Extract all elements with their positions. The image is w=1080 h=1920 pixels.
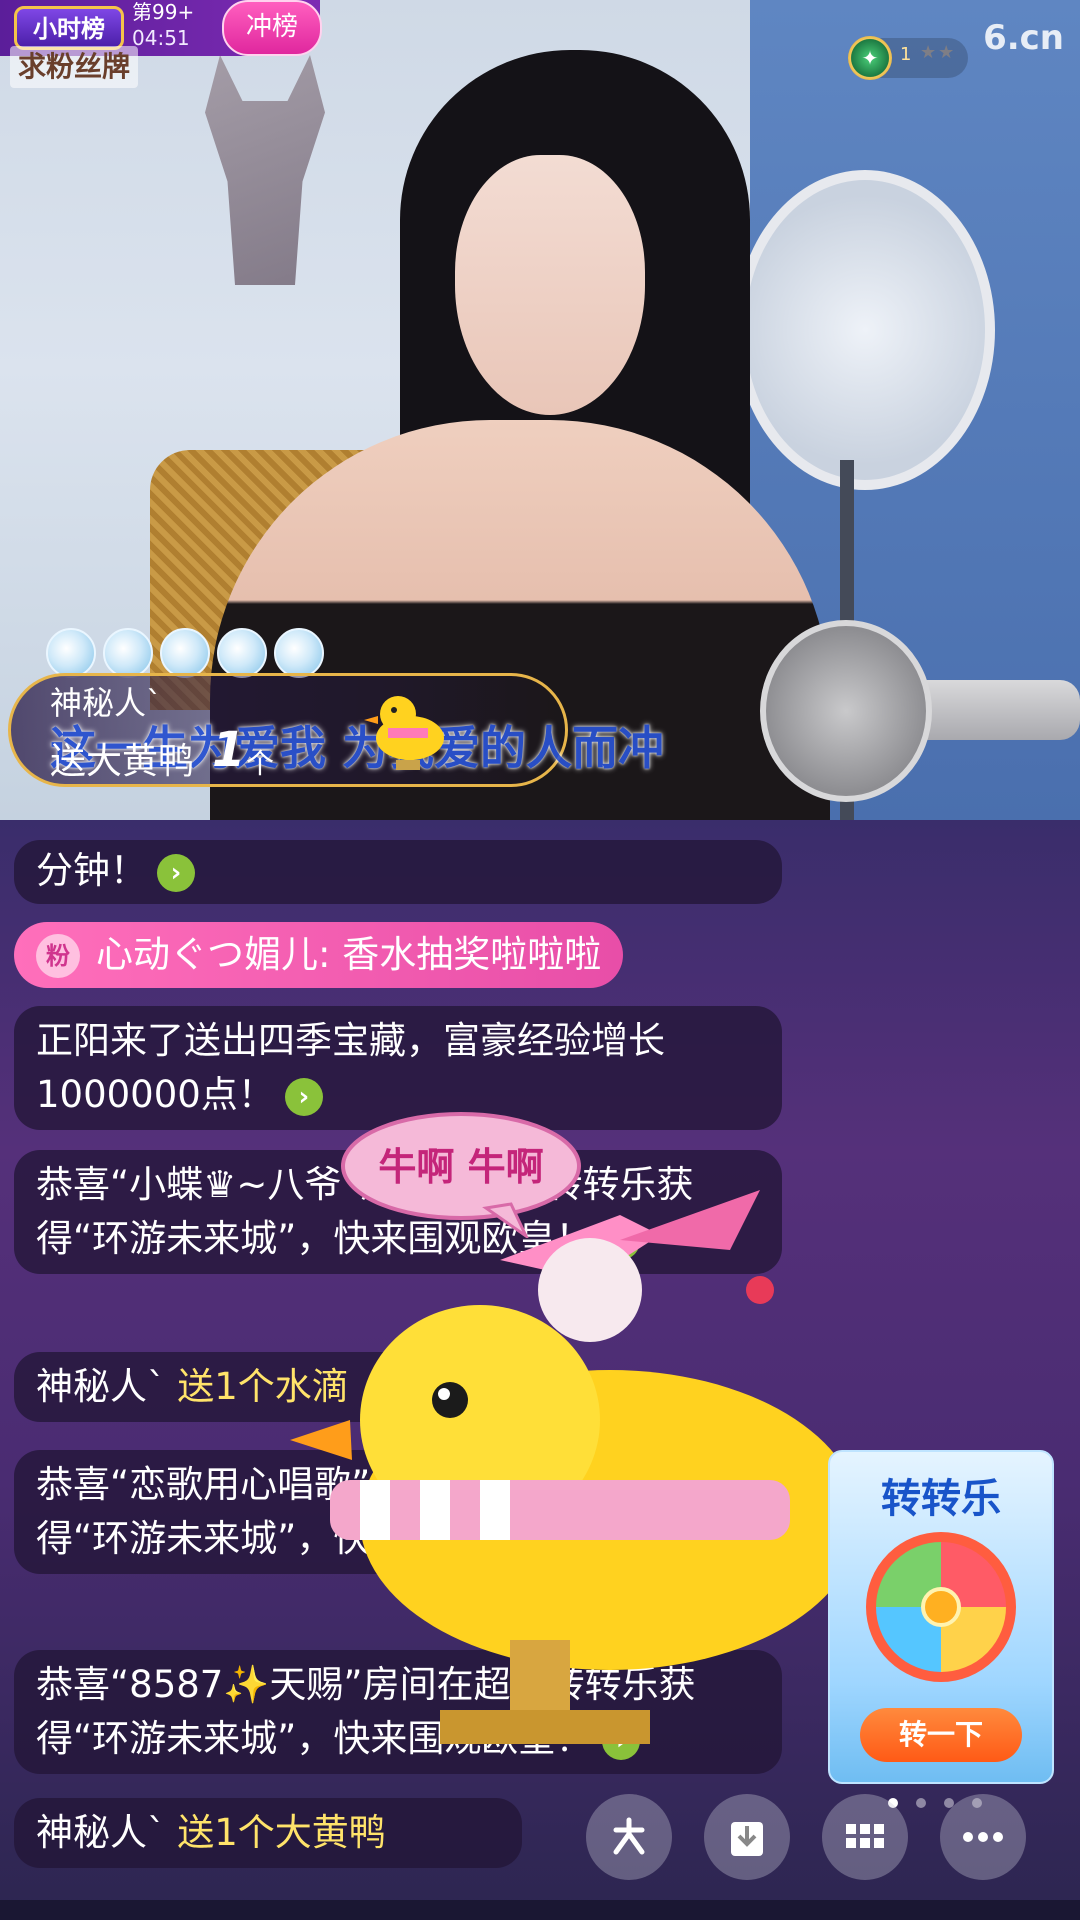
level-number: 1 — [900, 44, 912, 65]
yellow-duck-icon — [364, 696, 444, 770]
go-arrow-icon[interactable]: › — [284, 1077, 323, 1116]
site-watermark: 6.cn — [983, 18, 1064, 58]
message-user: 神秘人` — [36, 1365, 166, 1408]
more-icon — [963, 1832, 1003, 1842]
level-stars: ★★ — [920, 42, 957, 63]
chat-message: 神秘人` 送1个大黄鸭 — [14, 1798, 522, 1868]
level-gem-icon: ✦ — [848, 36, 892, 80]
water-drop-icon — [217, 628, 267, 678]
message-text: 正阳来了送出四季宝藏，富豪经验增长1000000点！ — [36, 1019, 665, 1116]
water-drop-icon — [160, 628, 210, 678]
anchor-level-chip[interactable]: ✦ 1 ★★ — [848, 36, 968, 80]
pager-dot — [916, 1798, 926, 1808]
wheel-hub — [921, 1587, 961, 1627]
go-arrow-icon[interactable]: › — [157, 853, 195, 892]
fan-chat-message: 粉 心动ぐつ媚儿: 香水抽奖啦啦啦 — [14, 922, 624, 988]
save-button[interactable] — [704, 1794, 790, 1880]
fan-badge-request[interactable]: 求粉丝牌 — [10, 46, 139, 88]
microphone — [760, 620, 932, 802]
water-drop-icon — [274, 628, 324, 678]
big-yellow-duck-animation — [290, 1190, 860, 1744]
wheel-title: 转转乐 — [881, 1476, 1001, 1522]
chongbang-button[interactable]: 冲榜 — [222, 0, 322, 56]
streamer-face — [455, 155, 645, 415]
bottom-bar — [0, 1900, 1080, 1920]
message-text: 分钟！ — [36, 849, 147, 892]
share-icon — [613, 1817, 645, 1855]
rank-position: 第99+ — [132, 0, 195, 24]
water-drop-icon — [103, 628, 153, 678]
more-apps-button[interactable] — [822, 1794, 908, 1880]
hour-rank-badge[interactable]: 小时榜 — [14, 6, 124, 50]
spin-button[interactable]: 转一下 — [860, 1708, 1022, 1762]
gift-sender-name: 神秘人` — [50, 684, 163, 722]
gift-count: 1 — [212, 722, 246, 778]
gift-unit: 个 — [246, 747, 275, 780]
chat-message: 分钟！ › — [14, 840, 782, 904]
grid-icon — [846, 1824, 884, 1848]
wheel-promo-card[interactable]: 转转乐 转一下 — [828, 1450, 1054, 1784]
water-drop-icon — [46, 628, 96, 678]
rank-countdown: 04:51 — [132, 26, 190, 50]
message-user: 神秘人` — [36, 1811, 166, 1854]
share-button[interactable] — [586, 1794, 672, 1880]
message-text: 送1个大黄鸭 — [177, 1811, 386, 1854]
electric-fan — [735, 170, 995, 490]
download-icon — [731, 1822, 763, 1856]
gift-description: 送大黄鸭 — [50, 741, 195, 782]
fan-tag-badge: 粉 — [36, 934, 80, 978]
more-options-button[interactable] — [940, 1794, 1026, 1880]
deer-head-decoration — [205, 55, 325, 285]
fan-message-text: 心动ぐつ媚儿: 香水抽奖啦啦啦 — [96, 933, 602, 976]
